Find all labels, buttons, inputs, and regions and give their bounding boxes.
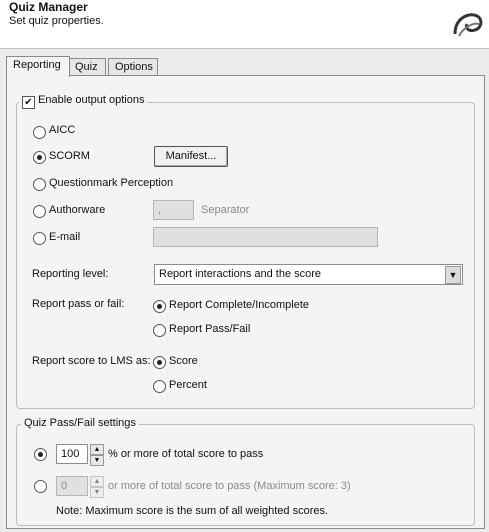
max-score-note: Note: Maximum score is the sum of all we… (56, 505, 329, 517)
tab-quiz[interactable]: Quiz (68, 58, 106, 76)
points-pass-radio[interactable] (34, 480, 47, 493)
spin-down-icon[interactable]: ▼ (90, 487, 104, 498)
email-label: E-mail (49, 231, 81, 243)
spin-down-icon[interactable]: ▼ (90, 455, 104, 466)
reporting-panel: ✔ Enable output options AICC SCORM Manif… (6, 75, 485, 529)
dialog-title: Quiz Manager (9, 0, 88, 14)
score-label: Report score to LMS as: (32, 355, 151, 367)
tab-reporting[interactable]: Reporting (6, 56, 70, 77)
reporting-level-value: Report interactions and the score (159, 268, 322, 280)
points-pass-input[interactable]: 0 (56, 476, 88, 496)
report-passfail-label: Report Pass/Fail (169, 323, 251, 335)
percent-pass-label: % or more of total score to pass (108, 448, 264, 460)
email-radio[interactable] (33, 232, 46, 245)
pass-fail-label: Report pass or fail: (32, 298, 125, 310)
questionmark-label: Questionmark Perception (49, 177, 174, 189)
spin-up-icon[interactable]: ▲ (90, 476, 104, 487)
percent-option-label: Percent (169, 379, 207, 391)
points-spinner[interactable]: ▲ ▼ (90, 476, 104, 498)
email-input[interactable] (153, 227, 378, 247)
enable-output-label: Enable output options (38, 94, 145, 106)
percent-pass-radio[interactable] (34, 448, 47, 461)
enable-output-legend: ✔ Enable output options (19, 94, 148, 110)
dialog-subtitle: Set quiz properties. (9, 15, 104, 27)
chevron-down-icon[interactable]: ▼ (445, 266, 461, 284)
aicc-label: AICC (49, 124, 76, 136)
report-complete-radio[interactable] (153, 300, 166, 313)
enable-output-checkbox[interactable]: ✔ (22, 96, 35, 109)
questionmark-radio[interactable] (33, 178, 46, 191)
score-radio[interactable] (153, 356, 166, 369)
reporting-level-select[interactable]: Report interactions and the score ▼ (154, 264, 463, 285)
percent-pass-input[interactable]: 100 (56, 444, 88, 464)
pass-fail-settings-legend: Quiz Pass/Fail settings (21, 417, 139, 429)
report-passfail-radio[interactable] (153, 324, 166, 337)
points-pass-label: or more of total score to pass (Maximum … (108, 480, 351, 492)
reporting-level-label: Reporting level: (32, 268, 109, 280)
percent-radio[interactable] (153, 380, 166, 393)
separator-input[interactable]: , (153, 200, 194, 220)
authorware-label: Authorware (49, 204, 106, 216)
tab-options[interactable]: Options (108, 58, 158, 76)
captivate-logo-icon (453, 13, 483, 37)
percent-spinner[interactable]: ▲ ▼ (90, 444, 104, 466)
separator-label: Separator (201, 204, 250, 216)
authorware-radio[interactable] (33, 205, 46, 218)
report-complete-label: Report Complete/Incomplete (169, 299, 310, 311)
score-option-label: Score (169, 355, 198, 367)
scorm-label: SCORM (49, 150, 90, 162)
manifest-button[interactable]: Manifest... (154, 146, 228, 167)
scorm-radio[interactable] (33, 151, 46, 164)
spin-up-icon[interactable]: ▲ (90, 444, 104, 455)
aicc-radio[interactable] (33, 126, 46, 139)
header: Quiz Manager Set quiz properties. (0, 0, 489, 49)
